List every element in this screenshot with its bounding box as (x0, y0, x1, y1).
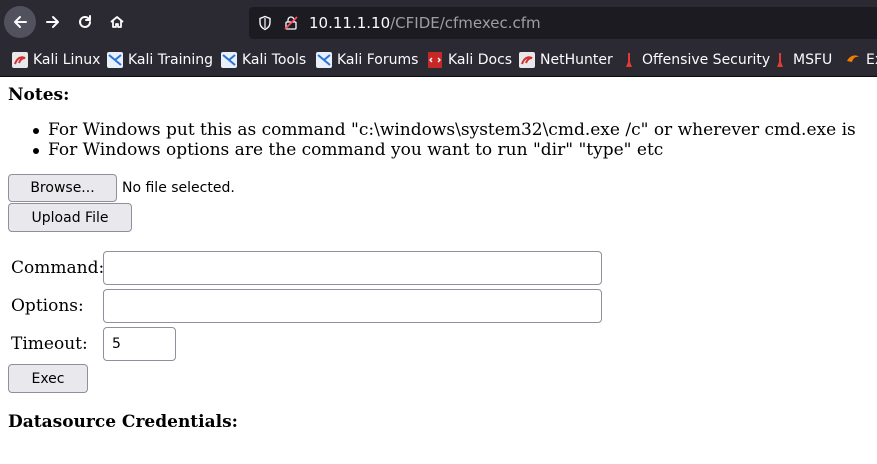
address-bar[interactable]: 10.11.1.10/CFIDE/cfmexec.cfm (249, 7, 877, 39)
kali-docs-icon (427, 52, 443, 68)
browse-button[interactable]: Browse... (8, 174, 117, 202)
bookmark-label: Ex (866, 52, 877, 68)
bookmark-label: Kali Docs (448, 52, 513, 68)
command-label: Command: (11, 258, 105, 278)
bookmark-label: Offensive Security (642, 52, 771, 68)
bookmark-msfu[interactable]: MSFU (772, 50, 832, 70)
timeout-label: Timeout: (11, 334, 88, 354)
upload-file-button[interactable]: Upload File (8, 203, 132, 232)
shield-icon[interactable] (257, 15, 273, 31)
bookmark-label: NetHunter (540, 52, 613, 68)
options-label: Options: (11, 296, 84, 316)
bookmark-offensive-security[interactable]: Offensive Security (621, 50, 770, 70)
bookmark-kali-training[interactable]: Kali Training (107, 50, 213, 70)
datasource-credentials-heading: Datasource Credentials: (8, 412, 238, 432)
bookmarks-toolbar: Kali Linux Kali Training Kali Tools Kali… (0, 44, 877, 77)
reload-button[interactable] (69, 6, 101, 38)
bookmark-label: Kali Linux (33, 52, 101, 68)
bookmark-label: Kali Tools (242, 52, 307, 68)
bookmark-kali-tools[interactable]: Kali Tools (221, 50, 306, 70)
exploit-db-icon (845, 52, 861, 68)
bookmark-kali-docs[interactable]: Kali Docs (427, 50, 512, 70)
kali-forums-icon (316, 52, 332, 68)
url-host: 10.11.1.10 (309, 14, 391, 32)
kali-training-icon (107, 52, 123, 68)
url-text: 10.11.1.10/CFIDE/cfmexec.cfm (309, 14, 541, 32)
home-button[interactable] (101, 6, 133, 38)
home-icon (110, 16, 124, 28)
bookmark-nethunter[interactable]: NetHunter (519, 50, 613, 70)
back-button[interactable] (4, 6, 36, 38)
notes-list: For Windows put this as command "c:\wind… (33, 120, 856, 160)
arrow-left-icon (14, 16, 27, 28)
bookmark-label: MSFU (793, 52, 833, 68)
url-path: /CFIDE/cfmexec.cfm (390, 14, 541, 32)
command-input[interactable] (103, 251, 602, 285)
options-input[interactable] (103, 289, 602, 323)
offsec-icon (621, 52, 637, 68)
list-item: For Windows options are the command you … (33, 140, 856, 160)
timeout-input[interactable]: 5 (103, 327, 176, 361)
reload-icon (79, 15, 91, 28)
list-item: For Windows put this as command "c:\wind… (33, 120, 856, 140)
bookmark-label: Kali Forums (337, 52, 419, 68)
bookmark-kali-linux[interactable]: Kali Linux (12, 50, 100, 70)
bookmark-label: Kali Training (128, 52, 213, 68)
msfu-icon (772, 52, 788, 68)
kali-tools-icon (221, 52, 237, 68)
notes-heading: Notes: (8, 85, 70, 105)
bookmark-exploit-db[interactable]: Ex (845, 50, 877, 70)
bookmark-kali-forums[interactable]: Kali Forums (316, 50, 418, 70)
forward-button[interactable] (37, 6, 69, 38)
insecure-lock-icon[interactable] (283, 15, 299, 31)
file-status-text: No file selected. (122, 180, 235, 196)
nethunter-icon (519, 52, 535, 68)
exec-button[interactable]: Exec (8, 364, 88, 393)
browser-toolbar: 10.11.1.10/CFIDE/cfmexec.cfm (0, 0, 877, 44)
kali-dragon-icon (12, 52, 28, 68)
arrow-right-icon (46, 16, 59, 28)
